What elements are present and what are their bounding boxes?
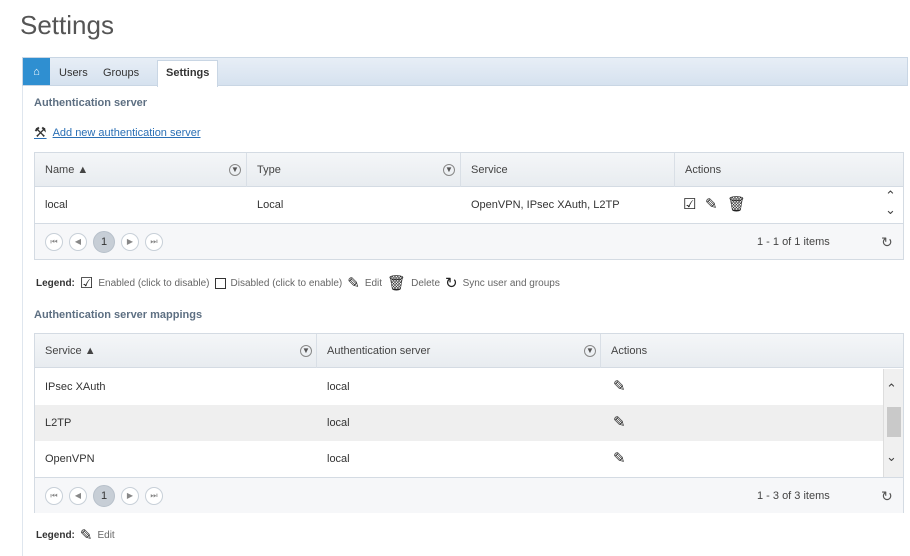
scroll-up-icon[interactable]: ⌃	[886, 381, 897, 397]
legend-edit: Edit	[97, 529, 115, 541]
edit-icon: ✎	[347, 275, 360, 292]
col-actions: Actions	[611, 345, 648, 357]
pager-info: 1 - 3 of 3 items	[757, 490, 830, 502]
tab-bar: ⌂ Users Groups Settings	[22, 57, 908, 87]
cell-auth-server: local	[327, 453, 350, 465]
legend-delete: Delete	[411, 277, 440, 289]
last-page-icon[interactable]: ⏭	[145, 487, 163, 505]
add-server-icon: ⚒	[34, 124, 47, 140]
filter-icon[interactable]: ▼	[229, 164, 241, 176]
scroll-down-icon[interactable]: ⌄	[885, 202, 896, 218]
disabled-checkbox-icon	[214, 277, 226, 289]
filter-icon[interactable]: ▼	[443, 164, 455, 176]
filter-icon[interactable]: ▼	[584, 345, 596, 357]
add-auth-server-label: Add new authentication server	[52, 126, 201, 139]
edit-icon[interactable]: ✎	[613, 369, 626, 405]
legend-label: Legend:	[36, 277, 75, 289]
prev-page-icon[interactable]: ◀	[69, 233, 87, 251]
next-page-icon[interactable]: ▶	[121, 487, 139, 505]
refresh-icon[interactable]: ↻	[881, 478, 893, 514]
cell-auth-server: local	[327, 381, 350, 393]
legend-label: Legend:	[36, 529, 75, 541]
table-row[interactable]: OpenVPN local ✎	[35, 441, 903, 477]
pager-info: 1 - 1 of 1 items	[757, 236, 830, 248]
legend-edit: Edit	[364, 277, 383, 289]
cell-type: Local	[257, 199, 284, 211]
cell-service: L2TP	[45, 417, 72, 429]
grid-header: Service ▲ ▼ Authentication server ▼ Acti…	[35, 334, 903, 368]
scrollbar[interactable]: ⌃ ⌄	[883, 369, 903, 477]
edit-icon[interactable]: ✎	[613, 405, 626, 441]
table-row[interactable]: local Local OpenVPN, IPsec XAuth, L2TP ☑…	[35, 187, 903, 223]
legend-enabled: Enabled (click to disable)	[98, 277, 210, 289]
col-type[interactable]: Type	[247, 153, 461, 187]
cell-name: local	[45, 199, 68, 211]
legend-disabled: Disabled (click to enable)	[230, 277, 343, 289]
page-title: Settings	[20, 10, 114, 40]
delete-icon: 🗑	[387, 275, 407, 292]
pager: ⏮ ◀ 1 ▶ ⏭ 1 - 3 of 3 items ↻	[35, 477, 903, 513]
pager: ⏮ ◀ 1 ▶ ⏭ 1 - 1 of 1 items ↻	[35, 223, 903, 259]
next-page-icon[interactable]: ▶	[121, 233, 139, 251]
current-page[interactable]: 1	[93, 485, 115, 507]
col-actions: Actions	[685, 164, 722, 176]
col-name[interactable]: Name ▲	[35, 153, 247, 187]
first-page-icon[interactable]: ⏮	[45, 233, 63, 251]
edit-icon: ✎	[79, 527, 93, 544]
prev-page-icon[interactable]: ◀	[69, 487, 87, 505]
add-auth-server-link[interactable]: ⚒ Add new authentication server	[34, 124, 201, 141]
tab-settings[interactable]: Settings	[157, 60, 219, 87]
mappings-grid: Service ▲ ▼ Authentication server ▼ Acti…	[34, 333, 904, 513]
scrollbar[interactable]: ⌃ ⌄	[883, 187, 903, 223]
edit-icon[interactable]: ✎	[705, 187, 718, 223]
cell-service: OpenVPN	[45, 453, 95, 465]
auth-server-section-title: Authentication server	[34, 97, 148, 109]
cell-auth-server: local	[327, 417, 350, 429]
legend: Legend: ✎ Edit	[36, 526, 115, 544]
col-auth-server[interactable]: Authentication server	[317, 334, 601, 368]
scroll-down-icon[interactable]: ⌄	[886, 449, 897, 465]
legend-sync: Sync user and groups	[462, 277, 560, 289]
mappings-section-title: Authentication server mappings	[34, 309, 203, 321]
col-service[interactable]: Service	[461, 153, 675, 187]
sync-icon: ↻	[445, 275, 458, 292]
auth-server-grid: Name ▲ ▼ Type ▼ Service Actions local Lo…	[34, 152, 904, 260]
tab-groups[interactable]: Groups	[103, 61, 139, 86]
current-page[interactable]: 1	[93, 231, 115, 253]
tab-users[interactable]: Users	[59, 61, 88, 86]
table-row[interactable]: L2TP local ✎	[35, 405, 903, 441]
enabled-checkbox-icon: ☑	[79, 275, 94, 292]
edit-icon[interactable]: ✎	[613, 441, 626, 477]
col-service[interactable]: Service ▲	[35, 334, 317, 368]
grid-header: Name ▲ ▼ Type ▼ Service Actions	[35, 153, 903, 187]
home-icon[interactable]: ⌂	[23, 58, 50, 85]
last-page-icon[interactable]: ⏭	[145, 233, 163, 251]
enabled-checkbox-icon[interactable]: ☑	[683, 187, 696, 223]
delete-icon[interactable]: 🗑	[727, 187, 746, 223]
table-row[interactable]: IPsec XAuth local ✎	[35, 369, 903, 405]
cell-service: IPsec XAuth	[45, 381, 106, 393]
first-page-icon[interactable]: ⏮	[45, 487, 63, 505]
cell-service: OpenVPN, IPsec XAuth, L2TP	[471, 199, 620, 211]
legend: Legend: ☑ Enabled (click to disable) Dis…	[36, 274, 560, 292]
refresh-icon[interactable]: ↻	[881, 224, 893, 260]
scroll-thumb[interactable]	[887, 407, 901, 437]
filter-icon[interactable]: ▼	[300, 345, 312, 357]
